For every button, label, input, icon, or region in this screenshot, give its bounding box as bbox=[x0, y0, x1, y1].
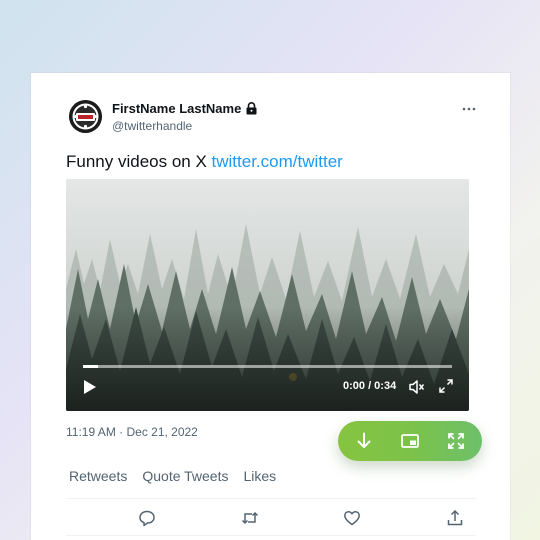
author-row: FirstName LastName bbox=[112, 101, 257, 116]
video-player[interactable]: 0:00 / 0:34 bbox=[66, 179, 469, 411]
video-time: 0:00 / 0:34 bbox=[343, 380, 397, 392]
picture-in-picture-icon[interactable] bbox=[400, 431, 420, 451]
play-icon[interactable] bbox=[83, 379, 97, 395]
volume-mute-icon[interactable] bbox=[409, 379, 425, 395]
avatar[interactable] bbox=[69, 100, 102, 133]
download-icon[interactable] bbox=[354, 431, 374, 451]
lock-icon bbox=[246, 102, 257, 115]
stat-quote-tweets[interactable]: Quote Tweets bbox=[142, 468, 228, 484]
video-frame bbox=[66, 179, 469, 411]
stat-likes[interactable]: Likes bbox=[244, 468, 277, 484]
tweet-card: FirstName LastName @twitterhandle Funny … bbox=[31, 73, 510, 540]
fullscreen-icon[interactable] bbox=[439, 379, 453, 393]
author-handle[interactable]: @twitterhandle bbox=[112, 119, 192, 133]
reply-icon[interactable] bbox=[138, 509, 156, 527]
divider bbox=[66, 535, 476, 536]
author-name[interactable]: FirstName LastName bbox=[112, 101, 241, 116]
wsop-logo-icon bbox=[69, 100, 102, 133]
video-download-toolbar bbox=[338, 421, 482, 461]
video-progress-bar[interactable] bbox=[83, 365, 452, 368]
video-progress-fill bbox=[83, 365, 98, 368]
share-icon[interactable] bbox=[446, 509, 464, 527]
tweet-text-plain: Funny videos on X bbox=[66, 152, 212, 171]
more-horizontal-icon[interactable] bbox=[461, 101, 477, 117]
divider bbox=[66, 498, 476, 499]
retweet-icon[interactable] bbox=[241, 509, 259, 527]
tweet-link[interactable]: twitter.com/twitter bbox=[212, 152, 343, 171]
tweet-timestamp[interactable]: 11:19 AM · Dec 21, 2022 bbox=[66, 425, 198, 439]
tweet-text: Funny videos on X twitter.com/twitter bbox=[66, 152, 343, 172]
page-background: FirstName LastName @twitterhandle Funny … bbox=[0, 0, 540, 540]
stat-retweets[interactable]: Retweets bbox=[69, 468, 127, 484]
expand-icon[interactable] bbox=[446, 431, 466, 451]
engagement-stats: Retweets Quote Tweets Likes bbox=[69, 468, 276, 484]
tweet-actions bbox=[66, 507, 476, 529]
heart-icon[interactable] bbox=[343, 509, 361, 527]
